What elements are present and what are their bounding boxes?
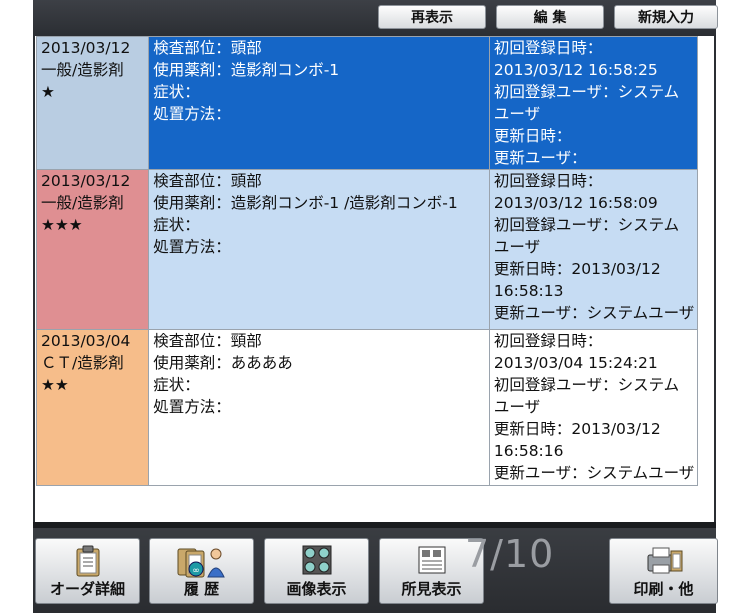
image-display-button[interactable]: 画像表示 — [264, 538, 369, 604]
meta-line: ユーザ — [493, 238, 541, 256]
record-treatment: 処置方法： — [153, 105, 231, 123]
page-indicator: 7/10 — [465, 532, 555, 576]
print-other-button[interactable]: 印刷・他 — [609, 538, 718, 604]
order-detail-label: オーダ詳細 — [49, 580, 125, 598]
meta-line: 2013/03/04 15:24:21 — [493, 354, 658, 372]
meta-line: 更新日時：2013/03/12 — [493, 260, 661, 278]
record-symptom: 症状： — [153, 83, 200, 101]
meta-line: 初回登録ユーザ：システム — [493, 83, 680, 101]
meta-line: 更新日時： — [493, 127, 572, 145]
record-category: ＣＴ/造影剤 — [41, 354, 124, 372]
meta-line: 更新ユーザ：システムユーザ — [493, 464, 695, 482]
edit-button[interactable]: 編 集 — [496, 5, 604, 29]
report-icon — [417, 545, 447, 579]
record-date: 2013/03/12 — [41, 172, 131, 190]
record-category: 一般/造影剤 — [41, 61, 124, 79]
meta-line: 初回登録日時： — [493, 172, 603, 190]
table-row[interactable]: 2013/03/12 一般/造影剤 ★ 検査部位：頭部 使用薬剤：造影剤コンボ-… — [35, 36, 699, 170]
meta-line: 2013/03/12 16:58:25 — [493, 61, 658, 79]
clipboard-icon — [75, 545, 101, 581]
record-category: 一般/造影剤 — [41, 194, 124, 212]
records-panel: 2013/03/12 一般/造影剤 ★ 検査部位：頭部 使用薬剤：造影剤コンボ-… — [35, 36, 714, 522]
record-date: 2013/03/04 — [41, 332, 131, 350]
redisplay-button[interactable]: 再表示 — [378, 5, 486, 29]
print-other-label: 印刷・他 — [633, 580, 694, 598]
record-stars: ★ — [41, 83, 55, 101]
record-part: 検査部位：頭部 — [153, 172, 262, 190]
meta-line: 16:58:13 — [493, 282, 564, 300]
record-stars: ★★ — [41, 376, 69, 394]
meta-line: 更新ユーザ：システムユーザ — [493, 304, 695, 322]
svg-text:∞: ∞ — [192, 566, 200, 576]
record-symptom: 症状： — [153, 216, 200, 234]
record-detail-cell[interactable]: 検査部位：頭部 使用薬剤：造影剤コンボ-1 /造影剤コンボ-1 症状： 処置方法… — [148, 169, 490, 330]
table-row[interactable]: 2013/03/12 一般/造影剤 ★★★ 検査部位：頭部 使用薬剤：造影剤コン… — [35, 169, 699, 330]
record-drug: 使用薬剤：造影剤コンボ-1 — [153, 61, 340, 79]
meta-line: 更新ユーザ： — [493, 149, 587, 167]
table-row[interactable]: 2013/03/04 ＣＴ/造影剤 ★★ 検査部位：頸部 使用薬剤：ああああ 症… — [35, 329, 699, 486]
meta-line: 初回登録日時： — [493, 332, 603, 350]
record-meta-cell[interactable]: 初回登録日時： 2013/03/12 16:58:25 初回登録ユーザ：システム… — [488, 36, 699, 170]
meta-line: 初回登録ユーザ：システム — [493, 376, 680, 394]
printer-icon — [644, 545, 684, 579]
record-tag-cell[interactable]: 2013/03/04 ＣＴ/造影剤 ★★ — [35, 329, 150, 486]
record-tag-cell[interactable]: 2013/03/12 一般/造影剤 ★ — [35, 36, 150, 170]
meta-line: ユーザ — [493, 398, 541, 416]
meta-line: ユーザ — [493, 105, 541, 123]
history-label: 履 歴 — [183, 580, 220, 598]
meta-line: 16:58:16 — [493, 442, 564, 460]
records-table: 2013/03/12 一般/造影剤 ★ 検査部位：頭部 使用薬剤：造影剤コンボ-… — [35, 36, 699, 486]
record-treatment: 処置方法： — [153, 238, 231, 256]
meta-line: 更新日時：2013/03/12 — [493, 420, 661, 438]
new-entry-button[interactable]: 新規入力 — [614, 5, 718, 29]
record-tag-cell[interactable]: 2013/03/12 一般/造影剤 ★★★ — [35, 169, 150, 330]
record-meta-cell[interactable]: 初回登録日時： 2013/03/04 15:24:21 初回登録ユーザ：システム… — [488, 329, 699, 486]
record-symptom: 症状： — [153, 376, 200, 394]
bottom-toolbar: オーダ詳細 ∞ 履 歴 画像表示 所見表示 7/10 印刷・他 — [33, 528, 718, 613]
image-display-label: 画像表示 — [286, 580, 347, 598]
record-detail-cell[interactable]: 検査部位：頸部 使用薬剤：ああああ 症状： 処置方法： — [148, 329, 490, 486]
record-drug: 使用薬剤：ああああ — [153, 354, 293, 372]
image-grid-icon — [302, 545, 332, 579]
record-part: 検査部位：頭部 — [153, 39, 262, 57]
record-part: 検査部位：頸部 — [153, 332, 262, 350]
meta-line: 2013/03/12 16:58:09 — [493, 194, 658, 212]
history-button[interactable]: ∞ 履 歴 — [149, 538, 254, 604]
record-drug: 使用薬剤：造影剤コンボ-1 /造影剤コンボ-1 — [153, 194, 458, 212]
record-stars: ★★★ — [41, 216, 83, 234]
record-treatment: 処置方法： — [153, 398, 231, 416]
order-detail-button[interactable]: オーダ詳細 — [35, 538, 140, 604]
app-frame: 再表示 編 集 新規入力 2013/03/12 一般/造影剤 ★ 検査部位：頭部… — [33, 0, 718, 613]
record-meta-cell[interactable]: 初回登録日時： 2013/03/12 16:58:09 初回登録ユーザ：システム… — [488, 169, 699, 330]
meta-line: 初回登録日時： — [493, 39, 603, 57]
record-detail-cell[interactable]: 検査部位：頭部 使用薬剤：造影剤コンボ-1 症状： 処置方法： — [148, 36, 490, 170]
findings-display-label: 所見表示 — [401, 580, 462, 598]
record-date: 2013/03/12 — [41, 39, 131, 57]
top-toolbar: 再表示 編 集 新規入力 — [33, 0, 718, 36]
meta-line: 初回登録ユーザ：システム — [493, 216, 680, 234]
